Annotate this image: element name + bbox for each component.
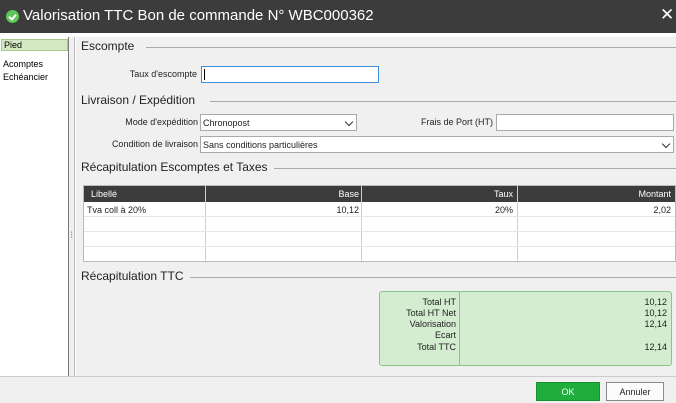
column-divider	[361, 186, 362, 263]
column-header-base[interactable]: Base	[338, 189, 359, 199]
splitter-grip-icon[interactable]: ⁝	[70, 230, 73, 241]
section-title-livraison: Livraison / Expédition	[81, 93, 202, 107]
ok-button[interactable]: OK	[536, 382, 600, 401]
panel-splitter[interactable]: ⁝	[69, 37, 75, 376]
cell-taux: 20%	[494, 205, 513, 215]
chevron-down-icon	[661, 139, 671, 149]
row-divider	[84, 216, 675, 217]
total-ht-value: 10,12	[644, 297, 667, 307]
row-divider	[84, 246, 675, 247]
condition-livraison-label: Condition de livraison	[111, 139, 198, 149]
dialog-footer: OK Annuler	[0, 376, 676, 403]
close-icon[interactable]: ✕	[660, 5, 674, 25]
main-panel: Escompte Taux d'escompte Livraison / Exp…	[76, 37, 676, 376]
taux-escompte-label: Taux d'escompte	[129, 69, 197, 79]
cell-libelle: Tva coll à 20%	[87, 205, 147, 215]
condition-livraison-select[interactable]: Sans conditions particulières	[200, 136, 674, 153]
mode-expedition-label: Mode d'expédition	[125, 117, 198, 127]
table-header: Libellé Base Taux Montant	[84, 186, 675, 202]
section-divider	[210, 101, 676, 102]
row-divider	[84, 231, 675, 232]
cancel-button[interactable]: Annuler	[606, 382, 664, 401]
mode-expedition-select[interactable]: Chronopost	[200, 114, 357, 131]
column-header-libelle[interactable]: Libellé	[91, 189, 117, 199]
total-ht-net-label: Total HT Net	[406, 308, 456, 318]
valorisation-value: 12,14	[644, 319, 667, 329]
ecart-label: Ecart	[434, 330, 456, 340]
sidebar: Pied Acomptes Echéancier	[0, 37, 69, 376]
chevron-down-icon	[344, 117, 354, 127]
total-ht-label: Total HT	[422, 297, 456, 307]
section-title-ttc: Récapitulation TTC	[81, 269, 190, 283]
total-ttc-label: Total TTC	[417, 342, 456, 352]
column-header-montant[interactable]: Montant	[638, 189, 671, 199]
frais-port-input[interactable]	[496, 114, 674, 131]
section-title-escompte: Escompte	[81, 39, 141, 53]
sidebar-item-acomptes[interactable]: Acomptes	[3, 59, 43, 69]
taux-escompte-input[interactable]	[201, 66, 379, 83]
frais-port-label: Frais de Port (HT)	[420, 117, 493, 127]
app-check-icon	[6, 10, 19, 23]
column-divider	[517, 186, 518, 263]
taxes-table: Libellé Base Taux Montant Tva coll à 20%…	[83, 185, 676, 263]
column-divider	[205, 186, 206, 263]
cell-montant: 2,02	[653, 205, 671, 215]
total-ht-net-value: 10,12	[644, 308, 667, 318]
title-bar: Valorisation TTC Bon de commande N° WBC0…	[0, 0, 676, 33]
sidebar-item-pied[interactable]: Pied	[1, 39, 68, 51]
section-divider	[274, 168, 676, 169]
sidebar-item-echeancier[interactable]: Echéancier	[3, 72, 48, 82]
window-title: Valorisation TTC Bon de commande N° WBC0…	[23, 7, 374, 24]
section-title-taxes: Récapitulation Escomptes et Taxes	[81, 160, 274, 174]
cell-base: 10,12	[336, 205, 359, 215]
section-divider	[188, 277, 676, 278]
ttc-summary-box: Total HT 10,12 Total HT Net 10,12 Valori…	[379, 291, 672, 366]
text-caret	[204, 69, 205, 80]
section-divider	[146, 47, 676, 48]
total-ttc-value: 12,14	[644, 342, 667, 352]
column-header-taux[interactable]: Taux	[494, 189, 513, 199]
summary-divider	[459, 292, 460, 365]
valorisation-label: Valorisation	[409, 319, 456, 329]
